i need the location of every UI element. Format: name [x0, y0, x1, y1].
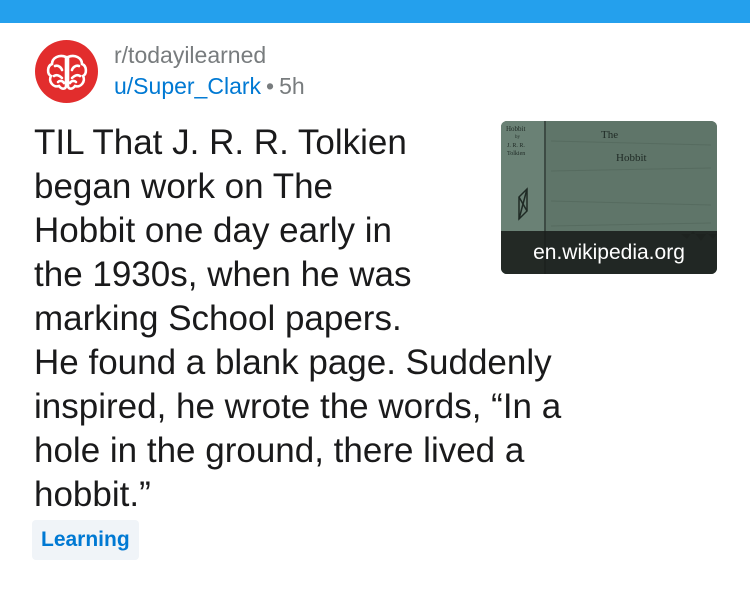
post-age: 5h [279, 73, 305, 99]
title-line: hole in the ground, there lived a [34, 431, 525, 470]
subreddit-avatar[interactable] [35, 40, 98, 103]
title-line: inspired, he wrote the words, “In a [34, 387, 562, 426]
subreddit-name[interactable]: r/todayilearned [114, 42, 266, 69]
title-line: hobbit.” [34, 475, 151, 514]
spine-text: Tolkien [507, 151, 525, 157]
brain-icon [46, 54, 87, 90]
link-domain: en.wikipedia.org [533, 240, 685, 264]
cover-subtitle: Hobbit [616, 152, 647, 164]
author-link[interactable]: u/Super_Clark [114, 73, 261, 99]
flair-label: Learning [41, 528, 130, 551]
spine-text: by [515, 135, 521, 140]
spine-text: J. R. R. [507, 143, 525, 149]
link-thumbnail[interactable]: Hobbit by J. R. R. Tolkien The Hobbit en… [501, 121, 717, 274]
cover-title: The [601, 129, 618, 141]
top-bar [0, 0, 750, 23]
spine-text: Hobbit [506, 125, 526, 133]
meta-separator: • [266, 73, 275, 99]
post-meta: u/Super_Clark • 5h [114, 73, 305, 100]
domain-overlay: en.wikipedia.org [501, 231, 717, 274]
title-line: He found a blank page. Suddenly [34, 343, 552, 382]
post-flair[interactable]: Learning [32, 520, 139, 560]
title-line: marking School papers. [34, 299, 402, 338]
